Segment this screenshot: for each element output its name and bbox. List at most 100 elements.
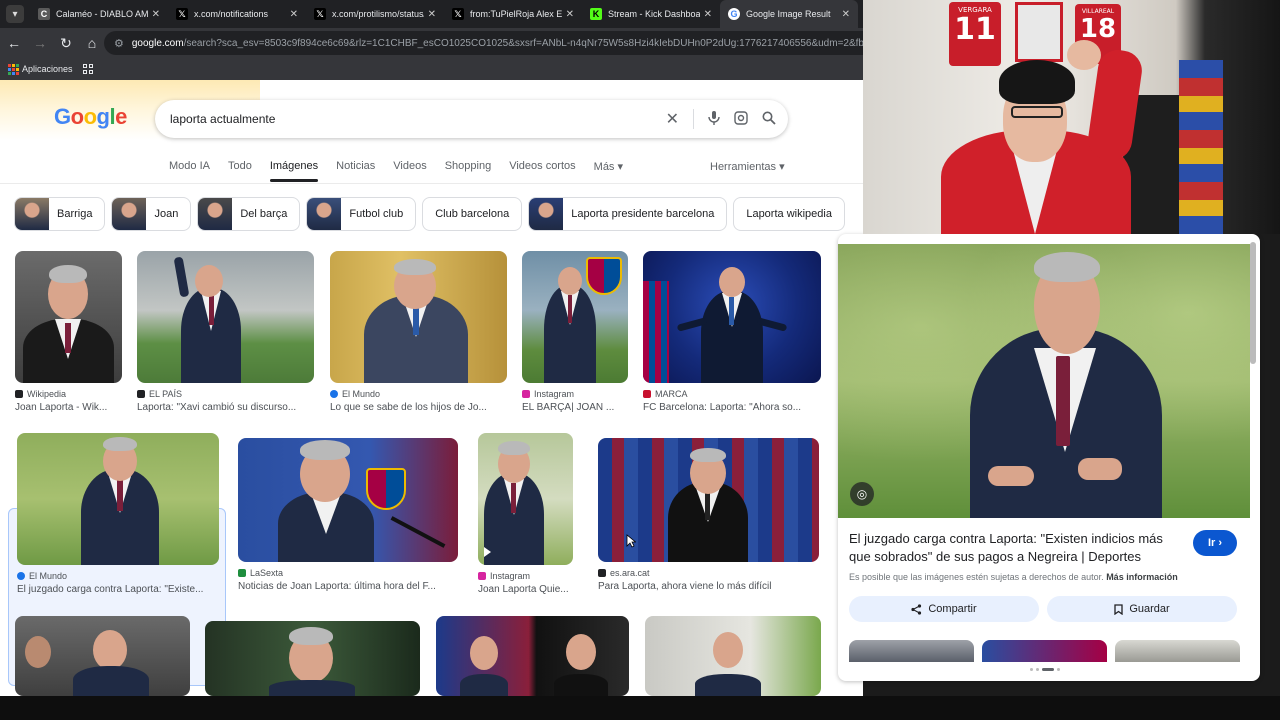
related-thumbnail[interactable] <box>849 640 974 662</box>
image-result-7[interactable]: LaSexta Noticias de Joan Laporta: última… <box>238 438 458 592</box>
result-image[interactable] <box>238 438 458 562</box>
image-result-11[interactable] <box>205 621 420 696</box>
browser-tab[interactable]: K Stream - Kick Dashboard ✕ <box>582 0 720 28</box>
more-info-link[interactable]: Más información <box>1106 572 1178 582</box>
mouse-cursor <box>626 534 636 548</box>
image-result-8[interactable]: Instagram Joan Laporta Quie... <box>478 433 574 595</box>
browser-tab[interactable]: 𝕏from:TuPielRoja Alex Esco ✕ <box>444 0 582 28</box>
result-title[interactable]: Noticias de Joan Laporta: última hora de… <box>238 581 458 592</box>
browser-tab[interactable]: 𝕏x.com/notifications ✕ <box>168 0 306 28</box>
image-result-12[interactable] <box>436 616 629 696</box>
image-result-10[interactable] <box>15 616 190 696</box>
result-title[interactable]: Joan Laporta Quie... <box>478 584 574 595</box>
image-result-1[interactable]: Wikipedia Joan Laporta - Wik... <box>15 251 122 413</box>
image-result-2[interactable]: EL PAÍS Laporta: "Xavi cambió su discurs… <box>137 251 314 413</box>
tools-button[interactable]: Herramientas ▾ <box>710 160 785 173</box>
chip-thumbnail <box>112 198 147 230</box>
search-tab[interactable]: Más ▾ <box>594 160 623 182</box>
source-favicon <box>643 390 651 398</box>
lens-search-icon[interactable]: ◎ <box>850 482 874 506</box>
result-image[interactable] <box>522 251 628 383</box>
share-button[interactable]: Compartir <box>849 596 1039 622</box>
lens-icon[interactable] <box>734 110 748 128</box>
chip-thumbnail <box>529 198 564 230</box>
panel-scrollbar[interactable] <box>1250 242 1256 364</box>
image-result-5[interactable]: MARCA FC Barcelona: Laporta: "Ahora so..… <box>643 251 821 413</box>
related-search-chip[interactable]: Club barcelona <box>422 197 523 231</box>
reload-icon[interactable]: ↻ <box>54 31 78 55</box>
result-title[interactable]: FC Barcelona: Laporta: "Ahora so... <box>643 402 821 413</box>
result-image[interactable] <box>645 616 821 696</box>
result-image[interactable] <box>330 251 507 383</box>
result-title[interactable]: EL BARÇA| JOAN ... <box>522 402 628 413</box>
chip-thumbnail <box>198 198 233 230</box>
related-thumbnail[interactable] <box>982 640 1107 662</box>
related-search-chip[interactable]: Joan <box>111 197 192 231</box>
image-result-6-selected[interactable]: El Mundo El juzgado carga contra Laporta… <box>17 433 219 595</box>
search-tab[interactable]: Videos cortos <box>509 160 575 182</box>
bookmark-apps[interactable]: Aplicaciones <box>22 64 73 74</box>
apps-icon[interactable] <box>8 64 19 75</box>
result-title[interactable]: Lo que se sabe de los hijos de Jo... <box>330 402 507 413</box>
home-icon[interactable]: ⌂ <box>80 31 104 55</box>
address-bar[interactable]: ⚙ google.com/search?sca_esv=8503c9f894ce… <box>104 31 863 55</box>
kick-icon: K <box>590 8 602 20</box>
close-tab-icon[interactable]: ✕ <box>428 9 436 20</box>
search-tab[interactable]: Noticias <box>336 160 375 182</box>
related-search-chip[interactable]: Futbol club <box>306 197 417 231</box>
browser-tab[interactable]: C Calaméo - DIABLO AMER ✕ <box>30 0 168 28</box>
search-tab[interactable]: Imágenes <box>269 160 319 182</box>
google-logo[interactable]: Google <box>54 104 127 130</box>
image-result-3[interactable]: El Mundo Lo que se sabe de los hijos de … <box>330 251 507 413</box>
calameo-icon: C <box>38 8 50 20</box>
search-tab[interactable]: Todo <box>228 160 252 182</box>
result-image[interactable] <box>17 433 219 565</box>
back-icon[interactable]: ← <box>2 31 26 55</box>
close-tab-icon[interactable]: ✕ <box>842 9 850 20</box>
site-info-icon[interactable]: ⚙ <box>114 37 124 50</box>
close-tab-icon[interactable]: ✕ <box>152 9 160 20</box>
result-title[interactable]: Laporta: "Xavi cambió su discurso... <box>137 402 314 413</box>
browser-tab[interactable]: 𝕏x.com/protilismo/status/ ✕ <box>306 0 444 28</box>
result-image[interactable] <box>15 616 190 696</box>
related-thumbnail[interactable] <box>1115 640 1240 662</box>
result-title[interactable]: Joan Laporta - Wik... <box>15 402 122 413</box>
image-result-9[interactable]: es.ara.cat Para Laporta, ahora viene lo … <box>598 438 819 592</box>
result-image[interactable] <box>478 433 573 565</box>
search-tab[interactable]: Modo IA <box>169 160 210 182</box>
divider <box>693 109 694 129</box>
clear-icon[interactable]: ✕ <box>666 109 679 129</box>
result-image[interactable] <box>15 251 122 383</box>
tab-groups-icon[interactable] <box>82 64 93 74</box>
close-tab-icon[interactable]: ✕ <box>704 9 712 20</box>
forward-icon[interactable]: → <box>28 31 52 55</box>
tab-search-button[interactable]: ▾ <box>6 5 24 23</box>
save-button[interactable]: Guardar <box>1047 596 1237 622</box>
image-result-4[interactable]: Instagram EL BARÇA| JOAN ... <box>522 251 628 413</box>
search-input[interactable]: laporta actualmente ✕ <box>155 100 788 138</box>
related-search-chip[interactable]: Del barça <box>197 197 301 231</box>
image-result-13[interactable] <box>645 616 821 696</box>
result-image[interactable] <box>205 621 420 696</box>
close-tab-icon[interactable]: ✕ <box>290 9 298 20</box>
search-icon[interactable] <box>762 111 776 128</box>
preview-image[interactable] <box>838 244 1250 518</box>
visit-button[interactable]: Ir › <box>1193 530 1237 556</box>
related-search-chip[interactable]: Laporta presidente barcelona <box>528 197 728 231</box>
result-image[interactable] <box>137 251 314 383</box>
microphone-icon[interactable] <box>708 110 720 128</box>
preview-title[interactable]: El juzgado carga contra Laporta: "Existe… <box>849 530 1179 566</box>
framed-jersey-1: VERGARA 11 <box>949 2 1001 66</box>
close-tab-icon[interactable]: ✕ <box>566 9 574 20</box>
source-favicon <box>522 390 530 398</box>
search-tab[interactable]: Videos <box>393 160 426 182</box>
browser-tab[interactable]: G Google Image Result ✕ <box>720 0 858 28</box>
related-search-chip[interactable]: Laporta wikipedia <box>733 197 845 231</box>
result-image[interactable] <box>643 251 821 383</box>
result-title[interactable]: El juzgado carga contra Laporta: "Existe… <box>17 584 219 595</box>
result-image[interactable] <box>436 616 629 696</box>
related-search-chip[interactable]: Barriga <box>14 197 106 231</box>
result-title[interactable]: Para Laporta, ahora viene lo más difícil <box>598 581 819 592</box>
play-icon <box>484 547 491 557</box>
search-tab[interactable]: Shopping <box>445 160 492 182</box>
